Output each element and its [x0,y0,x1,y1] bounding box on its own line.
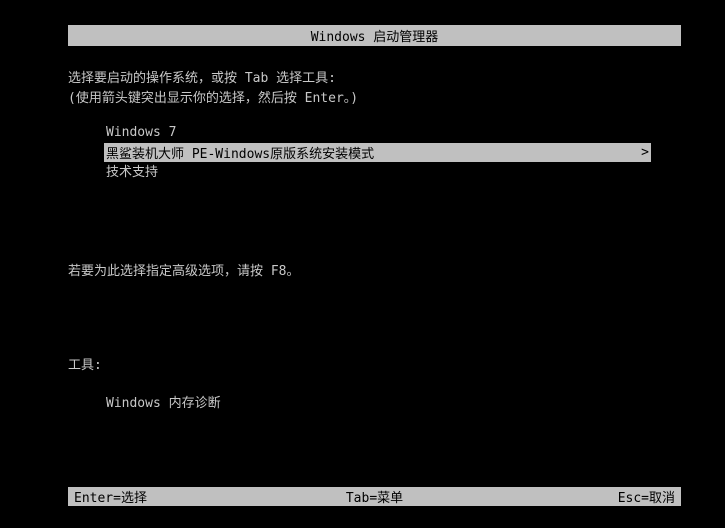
window-title: Windows 启动管理器 [310,30,439,45]
submenu-arrow-icon: > [641,145,649,160]
os-entry-label: 技术支持 [106,165,159,180]
tools-heading: 工具: [68,358,102,373]
advanced-options-hint: 若要为此选择指定高级选项，请按 F8。 [68,264,300,279]
tool-item-label: Windows 内存诊断 [106,396,221,411]
prompt-hint: (使用箭头键突出显示你的选择，然后按 Enter。) [68,91,359,106]
os-entry-label: 黑鲨装机大师 PE-Windows原版系统安装模式 [106,147,375,162]
status-esc-hint: Esc=取消 [617,491,675,506]
os-entry-label: Windows 7 [106,125,177,140]
os-entry-tech-support[interactable]: 技术支持 [104,161,651,180]
os-entry-windows-7[interactable]: Windows 7 [104,123,651,142]
status-bar: Enter=选择 Tab=菜单 Esc=取消 [68,487,681,506]
status-tab-hint: Tab=菜单 [345,491,404,506]
os-entry-pe-installer[interactable]: 黑鲨装机大师 PE-Windows原版系统安装模式 > [104,143,651,162]
prompt-instruction: 选择要启动的操作系统，或按 Tab 选择工具: [68,71,336,86]
tool-item-memory-diagnostic[interactable]: Windows 内存诊断 [104,392,221,411]
window-title-bar: Windows 启动管理器 [68,25,681,46]
